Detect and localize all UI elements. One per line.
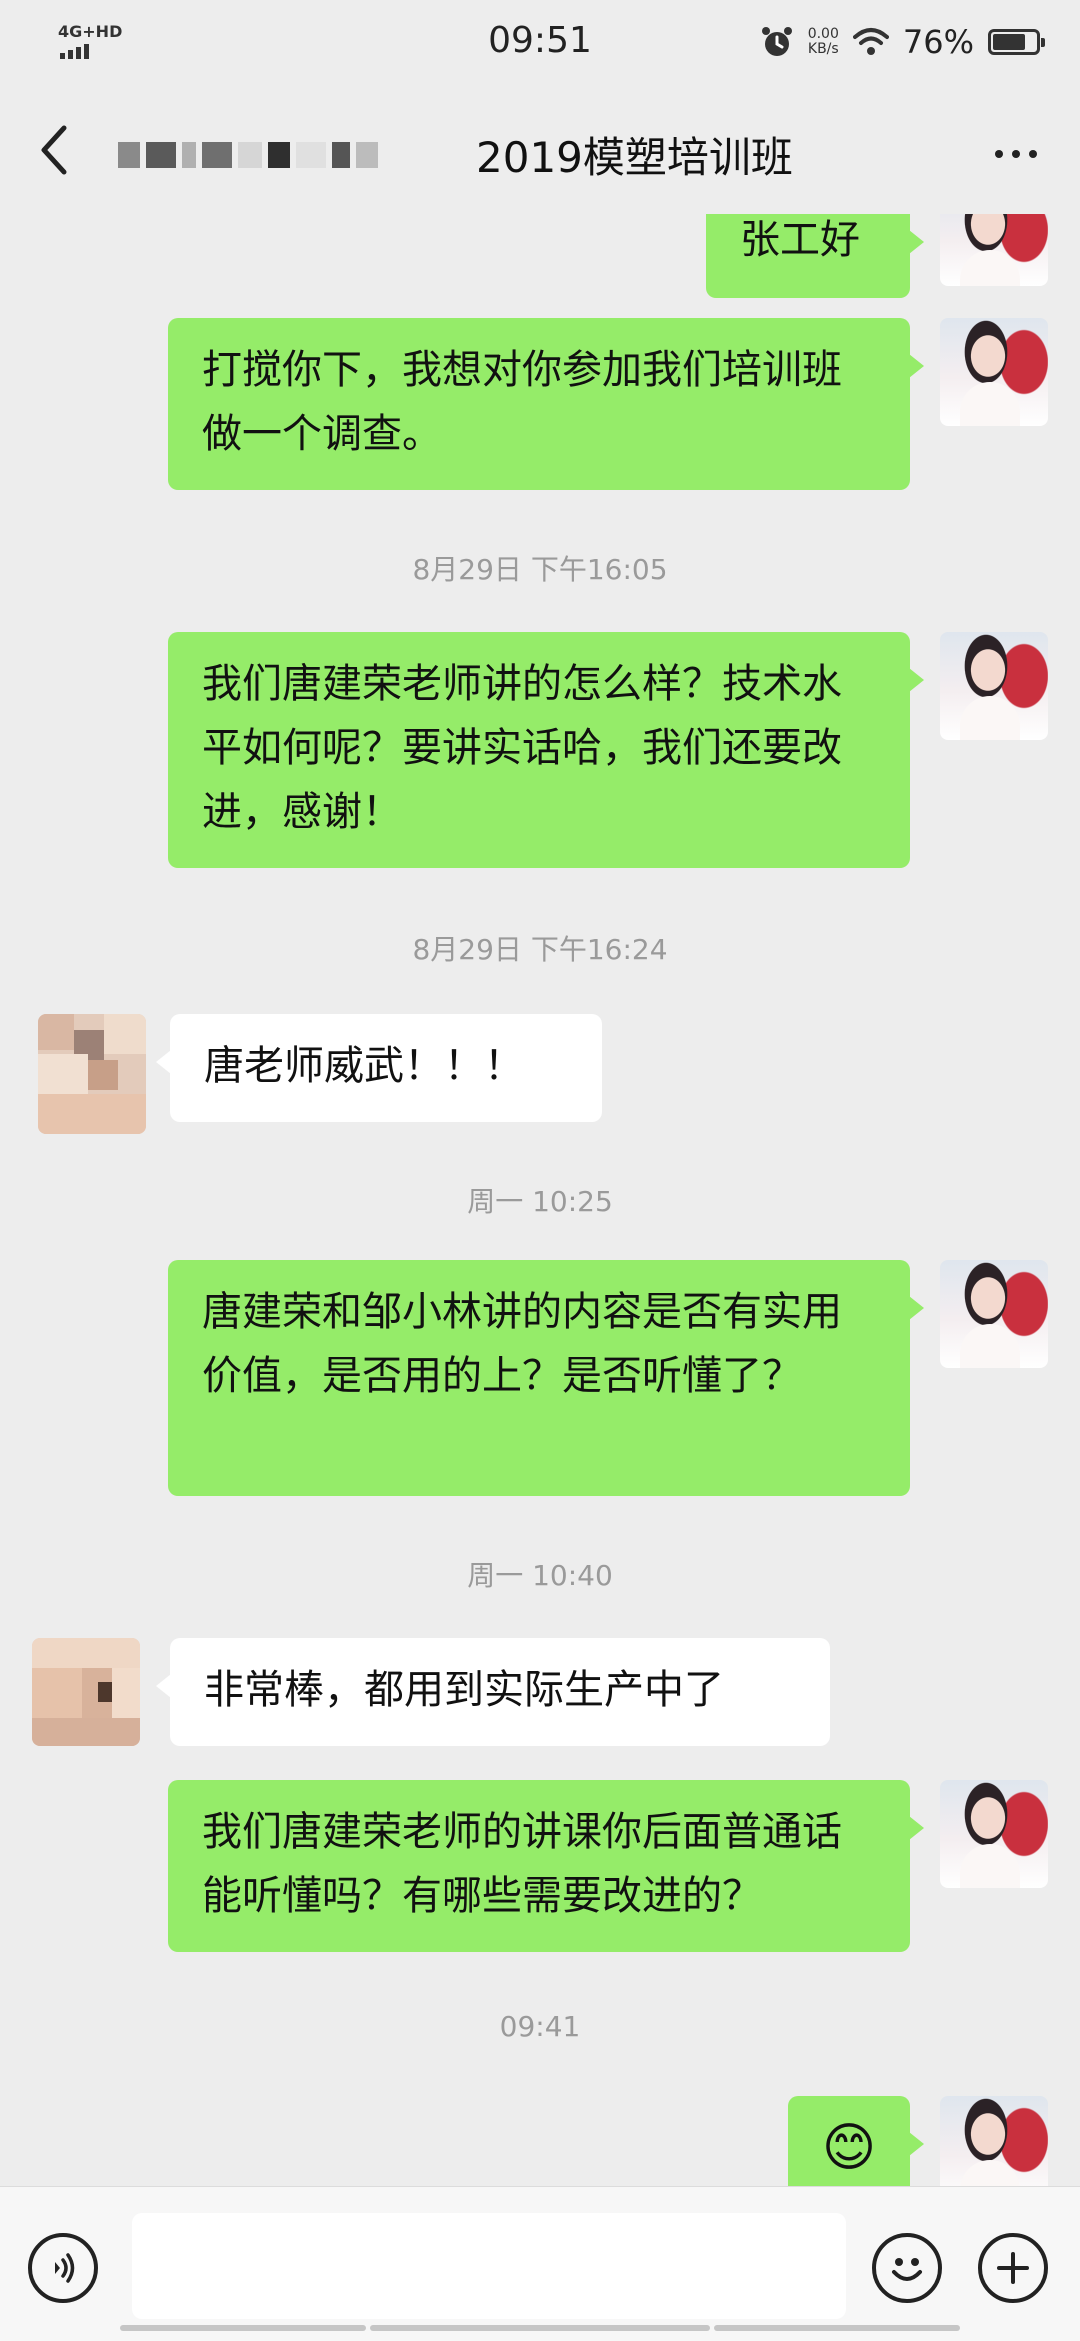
message-bubble-other[interactable]: 非常棒，都用到实际生产中了 — [156, 1638, 830, 1746]
smile-emoji: 😊 — [821, 2118, 877, 2178]
nav-indicator — [120, 2325, 366, 2331]
wifi-icon — [852, 28, 889, 55]
my-avatar[interactable] — [940, 318, 1048, 426]
timestamp: 8月29日 下午16:05 — [412, 553, 668, 586]
smile-face-icon — [892, 2258, 922, 2281]
my-avatar[interactable] — [940, 632, 1048, 740]
message-input[interactable] — [132, 2213, 846, 2319]
net-speed-unit: KB/s — [807, 41, 839, 57]
message-text: 唐老师威武！！！ — [204, 1043, 524, 1089]
message-text: 张工好 — [740, 217, 860, 263]
message-bubble-mine[interactable]: 打搅你下，我想对你参加我们培训班做一个调查。 — [168, 318, 924, 490]
chat-header: 2019模塑培训班 — [0, 84, 1080, 214]
plus-sign-icon — [997, 2252, 1029, 2284]
chat-title: 2019模塑培训班 — [476, 133, 793, 182]
emoji-icon[interactable] — [872, 2233, 942, 2303]
plus-icon[interactable] — [978, 2233, 1048, 2303]
message-text: 打搅你下，我想对你参加我们培训班做一个调查。 — [202, 347, 842, 457]
input-bar — [0, 2186, 1080, 2341]
more-dots-icon[interactable] — [986, 134, 1046, 174]
timestamp: 09:41 — [499, 2010, 581, 2043]
message-text: 非常棒，都用到实际生产中了 — [204, 1667, 724, 1713]
battery-icon — [988, 29, 1045, 55]
message-bubble-mine[interactable]: 张工好 — [706, 214, 924, 298]
alarm-icon — [761, 27, 792, 56]
voice-icon[interactable] — [28, 2233, 98, 2303]
nav-indicator — [370, 2325, 710, 2331]
message-bubble-mine[interactable]: 我们唐建荣老师的讲课你后面普通话能听懂吗？有哪些需要改进的？ — [168, 1780, 924, 1952]
chevron-left-icon[interactable] — [30, 120, 80, 180]
net-speed: 0.00 KB/s — [808, 27, 839, 57]
nav-indicator — [714, 2325, 960, 2331]
status-right: 0.00 KB/s 76% — [760, 18, 1045, 66]
message-text: 唐建荣和邹小林讲的内容是否有实用价值，是否用的上？是否听懂了？ — [202, 1289, 842, 1399]
contact-avatar[interactable] — [38, 1014, 146, 1134]
pixelated-name — [118, 134, 438, 176]
message-text: 我们唐建荣老师讲的怎么样？技术水平如何呢？要讲实话哈，我们还要改进，感谢！ — [202, 661, 842, 835]
net-speed-value: 0.00 — [807, 26, 839, 42]
timestamp: 8月29日 下午16:24 — [412, 933, 668, 966]
message-bubble-mine[interactable]: 我们唐建荣老师讲的怎么样？技术水平如何呢？要讲实话哈，我们还要改进，感谢！ — [168, 632, 924, 868]
contact-avatar[interactable] — [32, 1638, 140, 1746]
battery-percent: 76% — [902, 23, 974, 61]
my-avatar[interactable] — [940, 2096, 1048, 2186]
timestamp: 周一 10:40 — [467, 1559, 613, 1592]
message-list[interactable]: 张工好 打搅你下，我想对你参加我们培训班做一个调查。 8月29日 下午16:05… — [0, 214, 1080, 2186]
my-avatar[interactable] — [940, 1780, 1048, 1888]
message-bubble-mine[interactable]: 😊 — [788, 2096, 924, 2186]
my-avatar[interactable] — [940, 1260, 1048, 1368]
my-avatar[interactable] — [940, 214, 1048, 286]
voice-wave-icon — [55, 2253, 75, 2283]
timestamp: 周一 10:25 — [467, 1185, 613, 1218]
message-bubble-other[interactable]: 唐老师威武！！！ — [156, 1014, 602, 1122]
battery-fill — [993, 34, 1025, 50]
message-bubble-mine[interactable]: 唐建荣和邹小林讲的内容是否有实用价值，是否用的上？是否听懂了？ — [168, 1260, 924, 1496]
status-bar: 4G+HD 09:51 0.00 KB/s 76% — [0, 0, 1080, 84]
message-text: 我们唐建荣老师的讲课你后面普通话能听懂吗？有哪些需要改进的？ — [202, 1809, 842, 1919]
